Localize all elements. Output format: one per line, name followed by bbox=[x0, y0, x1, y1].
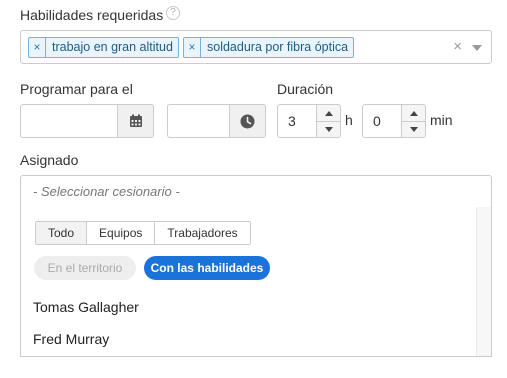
date-input[interactable] bbox=[20, 104, 118, 138]
increment-button[interactable] bbox=[402, 105, 425, 121]
scrollbar[interactable] bbox=[476, 207, 491, 356]
minutes-stepper[interactable] bbox=[401, 104, 426, 138]
arrow-down-icon bbox=[409, 127, 418, 132]
schedule-label: Programar para el bbox=[20, 81, 133, 97]
assigned-label: Asignado bbox=[20, 152, 79, 168]
hours-stepper[interactable] bbox=[316, 104, 341, 138]
tab-workers[interactable]: Trabajadores bbox=[154, 222, 250, 244]
calendar-button[interactable] bbox=[117, 104, 154, 138]
arrow-up-icon bbox=[409, 110, 418, 116]
chevron-down-icon[interactable] bbox=[472, 45, 482, 51]
clock-icon bbox=[240, 114, 255, 128]
list-item[interactable]: Fred Murray bbox=[33, 331, 109, 347]
with-skills-toggle[interactable]: Con las habilidades bbox=[144, 256, 270, 280]
remove-tag-icon[interactable]: × bbox=[184, 38, 201, 57]
tab-teams[interactable]: Equipos bbox=[86, 222, 155, 244]
clear-all-icon[interactable]: × bbox=[453, 38, 462, 55]
decrement-button[interactable] bbox=[317, 121, 340, 137]
list-item[interactable]: Tomas Gallagher bbox=[33, 299, 139, 315]
help-icon[interactable]: ? bbox=[166, 6, 180, 20]
minutes-unit: min bbox=[430, 112, 453, 128]
calendar-icon bbox=[129, 114, 142, 127]
arrow-down-icon bbox=[324, 127, 333, 132]
hours-unit: h bbox=[345, 112, 353, 128]
clock-button[interactable] bbox=[229, 104, 266, 138]
decrement-button[interactable] bbox=[402, 121, 425, 137]
assignee-dropdown: Todo Equipos Trabajadores En el territor… bbox=[20, 207, 492, 357]
in-territory-toggle[interactable]: En el territorio bbox=[34, 256, 136, 280]
skill-tag-label: trabajo en gran altitud bbox=[52, 40, 173, 54]
skill-tag-label: soldadura por fibra óptica bbox=[207, 40, 349, 54]
skill-tag: × soldadura por fibra óptica bbox=[183, 37, 355, 58]
minutes-input[interactable]: 0 bbox=[362, 104, 402, 138]
duration-label: Duración bbox=[277, 81, 334, 97]
skills-label: Habilidades requeridas bbox=[20, 7, 164, 23]
skills-multiselect[interactable]: × trabajo en gran altitud × soldadura por … bbox=[20, 30, 492, 64]
filter-tabs: Todo Equipos Trabajadores bbox=[35, 221, 251, 245]
remove-tag-icon[interactable]: × bbox=[29, 38, 46, 57]
assignee-select[interactable]: - Seleccionar cesionario - bbox=[20, 175, 492, 208]
increment-button[interactable] bbox=[317, 105, 340, 121]
hours-input[interactable]: 3 bbox=[277, 104, 317, 138]
time-input[interactable] bbox=[167, 104, 230, 138]
skill-tag: × trabajo en gran altitud bbox=[28, 37, 179, 58]
arrow-up-icon bbox=[324, 110, 333, 116]
tab-all[interactable]: Todo bbox=[36, 222, 87, 244]
